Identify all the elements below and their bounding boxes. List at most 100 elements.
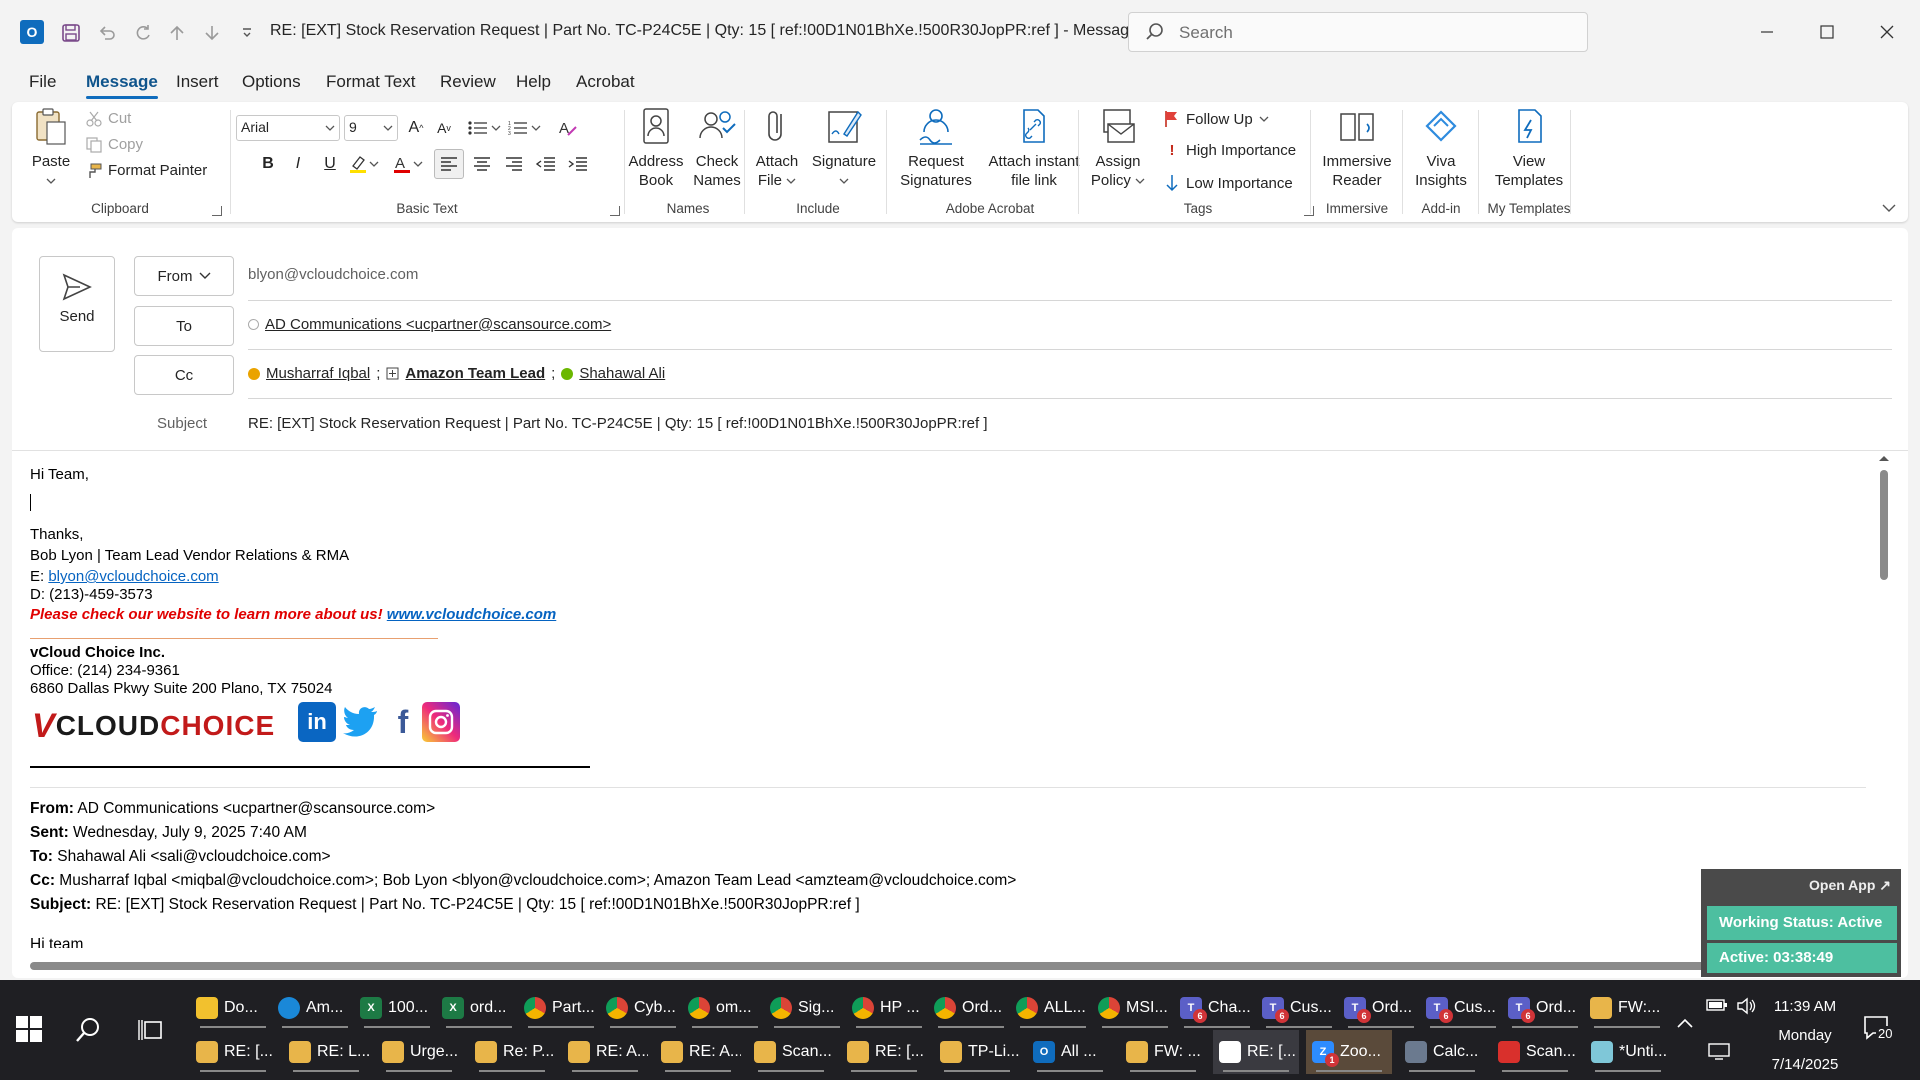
taskbar-button[interactable]: Sig... — [764, 986, 850, 1030]
customize-toolbar-icon[interactable] — [234, 20, 260, 46]
taskbar-button[interactable]: O All ... — [1027, 1030, 1113, 1074]
tab-insert[interactable]: Insert — [176, 72, 219, 92]
underline-icon[interactable]: U — [318, 152, 342, 176]
check-names-button[interactable]: Check Names — [688, 106, 746, 190]
redo-icon[interactable] — [130, 20, 156, 46]
email-link[interactable]: blyon@vcloudchoice.com — [48, 568, 218, 585]
taskbar-button[interactable]: FW:... — [1584, 986, 1670, 1030]
taskbar-button[interactable]: Cyb... — [600, 986, 686, 1030]
chevron-down-icon[interactable] — [490, 116, 502, 140]
format-painter-button[interactable]: Format Painter — [86, 162, 207, 179]
taskbar-button[interactable]: T 6 Cus... — [1256, 986, 1342, 1030]
taskbar-button[interactable]: HP ... — [846, 986, 932, 1030]
chevron-down-icon[interactable] — [412, 152, 424, 176]
display-icon[interactable] — [1708, 1042, 1730, 1064]
taskbar-button[interactable]: Do... — [190, 986, 276, 1030]
request-signatures-button[interactable]: Request Signatures — [896, 106, 976, 190]
arrow-up-icon[interactable] — [164, 20, 190, 46]
facebook-icon[interactable]: f — [384, 702, 422, 742]
clipboard-dialog-launcher[interactable] — [212, 206, 222, 216]
tab-review[interactable]: Review — [440, 72, 496, 92]
windows-start-icon[interactable] — [16, 1016, 42, 1042]
taskbar-button[interactable]: om... — [682, 986, 768, 1030]
website-link[interactable]: www.vcloudchoice.com — [387, 606, 556, 623]
notification-center-icon[interactable]: 20 — [1862, 1014, 1895, 1046]
subject-field[interactable]: RE: [EXT] Stock Reservation Request | Pa… — [248, 415, 988, 432]
low-importance-button[interactable]: Low Importance — [1164, 174, 1293, 192]
taskbar-button[interactable]: Xord... — [436, 986, 522, 1030]
clear-formatting-icon[interactable]: A — [556, 116, 580, 140]
twitter-icon[interactable] — [342, 702, 380, 742]
assign-policy-button[interactable]: Assign Policy — [1088, 106, 1148, 190]
tags-dialog-launcher[interactable] — [1304, 206, 1314, 216]
basic-text-dialog-launcher[interactable] — [610, 206, 620, 216]
taskbar-button[interactable]: X 100... — [354, 986, 440, 1030]
decrease-indent-icon[interactable] — [534, 152, 558, 176]
taskbar-button[interactable]: Urge... — [376, 1030, 462, 1074]
highlight-icon[interactable] — [346, 152, 370, 176]
font-color-icon[interactable]: A — [390, 152, 414, 176]
taskbar-button[interactable]: Part... — [518, 986, 604, 1030]
taskbar-button[interactable]: RE: L... — [283, 1030, 369, 1074]
cc-recipient-3[interactable]: Shahawal Ali — [579, 365, 665, 382]
to-recipient[interactable]: AD Communications <ucpartner@scansource.… — [265, 316, 611, 333]
arrow-down-icon[interactable] — [199, 20, 225, 46]
taskbar-button[interactable]: RE: [... — [1213, 1030, 1299, 1074]
increase-indent-icon[interactable] — [566, 152, 590, 176]
taskbar-button[interactable]: Re: P... — [469, 1030, 555, 1074]
search-box[interactable]: Search — [1128, 12, 1588, 52]
italic-icon[interactable]: I — [286, 152, 310, 176]
taskbar-button[interactable]: Scan... — [1492, 1030, 1578, 1074]
tab-options[interactable]: Options — [242, 72, 301, 92]
taskbar-button[interactable]: TP-Li... — [934, 1030, 1020, 1074]
tab-file[interactable]: File — [29, 72, 56, 92]
bold-icon[interactable]: B — [256, 152, 280, 176]
close-button[interactable] — [1872, 18, 1902, 46]
cc-field[interactable]: Musharraf Iqbal; Amazon Team Lead; Shaha… — [248, 365, 665, 382]
task-view-icon[interactable] — [134, 1014, 166, 1046]
to-button[interactable]: To — [134, 306, 234, 346]
cc-recipient-1[interactable]: Musharraf Iqbal — [266, 365, 370, 382]
tab-help[interactable]: Help — [516, 72, 551, 92]
taskbar-button[interactable]: T 6 Ord... — [1338, 986, 1424, 1030]
battery-icon[interactable] — [1706, 998, 1728, 1016]
taskbar-button[interactable]: T 6 Ord... — [1502, 986, 1588, 1030]
ribbon-collapse-icon[interactable] — [1882, 200, 1896, 216]
cc-button[interactable]: Cc — [134, 355, 234, 395]
instagram-icon[interactable] — [422, 702, 460, 742]
paste-button[interactable]: Paste — [26, 106, 76, 190]
cut-button[interactable]: Cut — [86, 110, 131, 127]
chevron-down-icon[interactable] — [530, 116, 542, 140]
send-button[interactable]: Send — [39, 256, 115, 352]
from-button[interactable]: From — [134, 256, 234, 296]
align-left-icon[interactable] — [434, 149, 464, 179]
taskbar-button[interactable]: Z 1 Zoo... — [1306, 1030, 1392, 1074]
taskbar-button[interactable]: Am... — [272, 986, 358, 1030]
viva-insights-button[interactable]: Viva Insights — [1410, 106, 1472, 190]
attach-instant-link-button[interactable]: Attach instant file link — [984, 106, 1084, 190]
taskbar-button[interactable]: Calc... — [1399, 1030, 1485, 1074]
taskbar-button[interactable]: MSI... — [1092, 986, 1178, 1030]
copy-button[interactable]: Copy — [86, 136, 143, 153]
align-center-icon[interactable] — [470, 152, 494, 176]
to-field[interactable]: AD Communications <ucpartner@scansource.… — [248, 316, 611, 333]
high-importance-button[interactable]: ! High Importance — [1164, 142, 1297, 159]
taskbar-button[interactable]: ALL... — [1010, 986, 1096, 1030]
open-app-link[interactable]: Open App ↗ — [1809, 877, 1891, 894]
chevron-down-icon[interactable] — [368, 152, 380, 176]
taskbar-button[interactable]: *Unti... — [1585, 1030, 1671, 1074]
address-book-button[interactable]: Address Book — [626, 106, 686, 190]
search-icon[interactable] — [72, 1014, 104, 1046]
show-hidden-icons-icon[interactable] — [1676, 1016, 1694, 1033]
taskbar-button[interactable]: RE: A... — [562, 1030, 648, 1074]
taskbar-button[interactable]: T 6 Cha... — [1174, 986, 1260, 1030]
minimize-button[interactable] — [1752, 18, 1782, 46]
font-name-select[interactable]: Arial — [236, 115, 340, 141]
cc-recipient-2[interactable]: Amazon Team Lead — [405, 365, 545, 382]
shrink-font-icon[interactable]: Av — [432, 116, 456, 140]
grow-font-icon[interactable]: A ^ — [404, 116, 428, 140]
maximize-button[interactable] — [1812, 18, 1842, 46]
align-right-icon[interactable] — [502, 152, 526, 176]
undo-icon[interactable] — [94, 20, 120, 46]
system-clock[interactable]: 11:39 AM Monday 7/14/2025 — [1760, 992, 1850, 1079]
